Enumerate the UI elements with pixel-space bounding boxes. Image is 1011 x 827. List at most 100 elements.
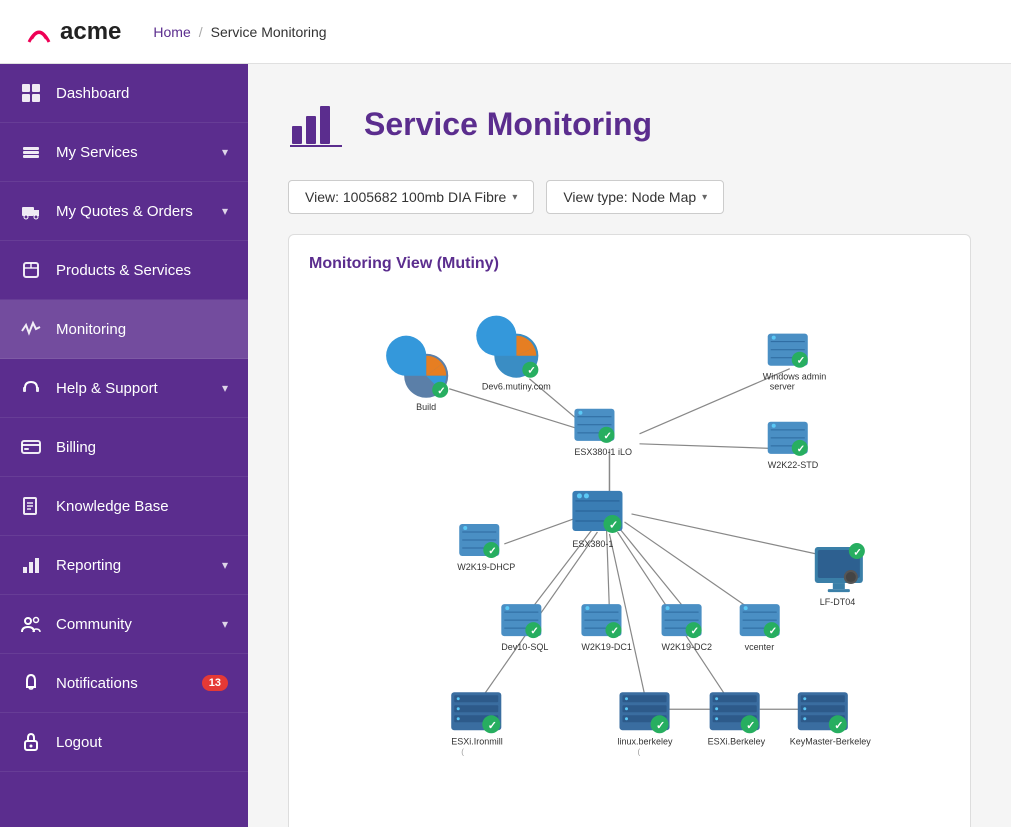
sidebar-item-products-services[interactable]: Products & Services xyxy=(0,241,248,300)
svg-text:✓: ✓ xyxy=(609,519,618,531)
node-map-svg[interactable]: ✓ Build ✓ Dev6.mutiny.com xyxy=(309,289,950,809)
svg-text:Build: Build xyxy=(416,402,436,412)
activity-icon xyxy=(20,318,42,340)
sidebar-label-notifications: Notifications xyxy=(56,675,138,692)
svg-text:W2K19-DC1: W2K19-DC1 xyxy=(581,642,632,652)
header: acme Home / Service Monitoring xyxy=(0,0,1011,64)
sidebar-item-knowledge-base[interactable]: Knowledge Base xyxy=(0,477,248,536)
sidebar-label-reporting: Reporting xyxy=(56,557,121,574)
sidebar-item-reporting[interactable]: Reporting ▾ xyxy=(0,536,248,595)
view-selector-button[interactable]: View: 1005682 100mb DIA Fibre ▾ xyxy=(288,180,534,214)
chevron-icon-help: ▾ xyxy=(222,381,228,395)
node-keymaster-berkeley[interactable]: ✓ KeyMaster-Berkeley xyxy=(790,692,872,746)
truck-icon xyxy=(20,200,42,222)
node-w2k22-std[interactable]: ✓ W2K22-STD xyxy=(768,422,819,470)
node-lf-dt04[interactable]: ✓ LF-DT04 xyxy=(815,543,865,607)
main-layout: Dashboard My Services ▾ xyxy=(0,64,1011,827)
logo-icon xyxy=(24,17,54,47)
svg-text:✓: ✓ xyxy=(437,386,445,397)
credit-card-icon xyxy=(20,436,42,458)
svg-text:server: server xyxy=(770,382,795,392)
svg-text:Dev6.mutiny.com: Dev6.mutiny.com xyxy=(482,382,551,392)
view-type-label: View type: Node Map xyxy=(563,189,696,205)
book-icon xyxy=(20,495,42,517)
sidebar-item-dashboard[interactable]: Dashboard xyxy=(0,64,248,123)
svg-text:✓: ✓ xyxy=(603,431,611,442)
svg-text:✓: ✓ xyxy=(746,720,755,732)
sidebar-label-community: Community xyxy=(56,616,132,633)
sidebar-item-community[interactable]: Community ▾ xyxy=(0,595,248,654)
node-dev6[interactable]: ✓ Dev6.mutiny.com xyxy=(476,316,550,392)
chevron-icon-reporting: ▾ xyxy=(222,558,228,572)
logo: acme xyxy=(24,17,121,47)
node-esxi-ironmill[interactable]: ✓ ESXi.Ironmill ( xyxy=(451,692,503,756)
breadcrumb-separator: / xyxy=(199,24,203,40)
svg-text:linux.berkeley: linux.berkeley xyxy=(617,736,673,746)
node-vcenter[interactable]: ✓ vcenter xyxy=(740,604,780,652)
toolbar: View: 1005682 100mb DIA Fibre ▾ View typ… xyxy=(288,180,971,214)
box-icon xyxy=(20,259,42,281)
node-build[interactable]: ✓ Build xyxy=(386,336,448,412)
sidebar-label-knowledge-base: Knowledge Base xyxy=(56,498,169,515)
chevron-icon-my-services: ▾ xyxy=(222,145,228,159)
main-content: Service Monitoring View: 1005682 100mb D… xyxy=(248,64,1011,827)
sidebar-label-monitoring: Monitoring xyxy=(56,321,126,338)
sidebar-item-my-quotes-orders[interactable]: My Quotes & Orders ▾ xyxy=(0,182,248,241)
node-w2k19-dc2[interactable]: ✓ W2K19-DC2 xyxy=(662,604,713,652)
sidebar-item-monitoring[interactable]: Monitoring xyxy=(0,300,248,359)
node-esxi-berkeley[interactable]: ✓ ESXi.Berkeley xyxy=(708,692,766,746)
svg-text:✓: ✓ xyxy=(656,720,665,732)
svg-text:vcenter: vcenter xyxy=(745,642,775,652)
view-selector-chevron: ▾ xyxy=(512,192,517,203)
headset-icon xyxy=(20,377,42,399)
sidebar-item-help-support[interactable]: Help & Support ▾ xyxy=(0,359,248,418)
svg-text:ESX380-1: ESX380-1 xyxy=(572,539,613,549)
view-type-button[interactable]: View type: Node Map ▾ xyxy=(546,180,724,214)
users-icon xyxy=(20,613,42,635)
bar-chart-icon xyxy=(20,554,42,576)
page-header: Service Monitoring xyxy=(288,96,971,152)
sidebar-item-notifications[interactable]: Notifications 13 xyxy=(0,654,248,713)
node-windows-admin[interactable]: ✓ Windows admin server xyxy=(763,334,827,392)
svg-text:✓: ✓ xyxy=(834,720,843,732)
svg-text:✓: ✓ xyxy=(610,626,618,637)
svg-text:✓: ✓ xyxy=(769,626,777,637)
svg-text:KeyMaster-Berkeley: KeyMaster-Berkeley xyxy=(790,736,872,746)
svg-text:(: ( xyxy=(638,747,641,756)
node-map-container: Monitoring View (Mutiny) xyxy=(288,234,971,827)
lock-icon xyxy=(20,731,42,753)
svg-text:✓: ✓ xyxy=(488,720,497,732)
svg-text:W2K22-STD: W2K22-STD xyxy=(768,460,819,470)
sidebar-label-my-quotes-orders: My Quotes & Orders xyxy=(56,203,193,220)
svg-text:✓: ✓ xyxy=(530,626,538,637)
svg-text:ESXi.Ironmill: ESXi.Ironmill xyxy=(451,736,503,746)
sidebar-item-logout[interactable]: Logout xyxy=(0,713,248,772)
node-esx380-ilo[interactable]: ✓ ESX380-1 iLO xyxy=(574,409,632,457)
svg-text:ESXi.Berkeley: ESXi.Berkeley xyxy=(708,736,766,746)
svg-text:ESX380-1 iLO: ESX380-1 iLO xyxy=(574,447,632,457)
svg-text:W2K19-DC2: W2K19-DC2 xyxy=(662,642,713,652)
sidebar-item-billing[interactable]: Billing xyxy=(0,418,248,477)
notifications-badge: 13 xyxy=(202,675,228,691)
layers-icon xyxy=(20,141,42,163)
svg-text:✓: ✓ xyxy=(691,626,699,637)
sidebar: Dashboard My Services ▾ xyxy=(0,64,248,827)
svg-text:✓: ✓ xyxy=(527,366,535,377)
node-w2k19-dhcp[interactable]: ✓ W2K19-DHCP xyxy=(457,524,515,572)
svg-text:W2K19-DHCP: W2K19-DHCP xyxy=(457,562,515,572)
svg-text:✓: ✓ xyxy=(797,444,805,455)
bell-icon xyxy=(20,672,42,694)
node-linux-berkeley[interactable]: ✓ linux.berkeley ( xyxy=(617,692,673,756)
node-esx380-1[interactable]: ✓ ESX380-1 xyxy=(572,491,622,549)
svg-text:Windows admin: Windows admin xyxy=(763,372,827,382)
breadcrumb-home[interactable]: Home xyxy=(153,24,190,40)
node-map-title: Monitoring View (Mutiny) xyxy=(309,255,950,273)
node-dev10-sql[interactable]: ✓ Dev10-SQL xyxy=(501,604,548,652)
view-type-chevron: ▾ xyxy=(702,192,707,203)
breadcrumb: Home / Service Monitoring xyxy=(153,24,326,40)
sidebar-label-products-services: Products & Services xyxy=(56,262,191,279)
node-w2k19-dc1[interactable]: ✓ W2K19-DC1 xyxy=(581,604,632,652)
sidebar-item-my-services[interactable]: My Services ▾ xyxy=(0,123,248,182)
view-selector-label: View: 1005682 100mb DIA Fibre xyxy=(305,189,506,205)
chevron-icon-community: ▾ xyxy=(222,617,228,631)
